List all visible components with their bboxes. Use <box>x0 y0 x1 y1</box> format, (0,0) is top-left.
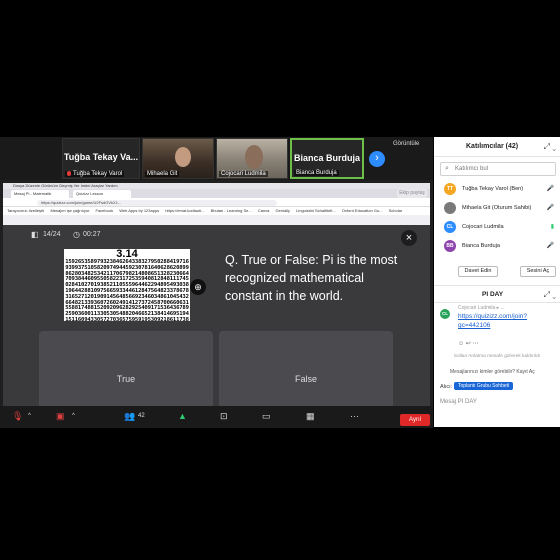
meeting-toolbar: 🎙 ^ ▣ ^ 👥 42 ▲ ⊡ ▭ ▦ ··· Ayrıl <box>0 406 433 428</box>
avatar: CL <box>444 221 456 233</box>
search-icon: ⌕ <box>445 165 449 172</box>
participant-face <box>245 145 263 169</box>
participant-row[interactable]: Mihaela Git (Oturum Sahibi) 🎤 <box>434 199 560 217</box>
avatar: BB <box>444 240 456 252</box>
question-image-digits: 1592653589793238462643383279502884197169… <box>65 259 189 321</box>
bookmark-item[interactable]: Bhutan - Learning Se... <box>211 208 252 213</box>
avatar <box>444 202 456 214</box>
participant-tile-3[interactable]: Cojocari Ludmila <box>216 138 288 179</box>
apps-icon[interactable]: ▦ <box>306 411 315 422</box>
participant-row[interactable]: CL Cojocari Ludmila ▮ <box>434 218 560 236</box>
chat-hidden-note: Sollan Anlatma mesafe gizlerek kaldırıld… <box>453 354 541 359</box>
participant-tile-2[interactable]: Mihaela Git <box>142 138 214 179</box>
participant-name: Mihaela Git (Oturum Sahibi) <box>462 205 532 211</box>
stop-video-icon[interactable]: ▣ <box>56 411 65 422</box>
quiz-top-bar: ◧ 14/24 ◷ 00:27 <box>3 225 430 245</box>
message-reaction-icons[interactable]: ☺ ↩ ⋯ <box>458 340 479 347</box>
participant-row[interactable]: BB Bianca Burduja 🎤 <box>434 237 560 255</box>
chat-window-controls-icon[interactable]: ⤢ ⌄ <box>544 290 556 300</box>
question-timer: 00:27 <box>83 231 101 238</box>
gallery-next-arrow-icon[interactable]: › <box>369 151 385 167</box>
bookmark-item[interactable]: https://emat.kodlauti... <box>165 208 204 213</box>
mic-icon[interactable]: 🎤 <box>547 204 554 211</box>
participants-count: 42 <box>138 413 145 419</box>
participant-tile-big-name: Tuğba Tekay Va... <box>63 152 139 162</box>
unmute-button[interactable]: Sesini Aç <box>520 266 556 277</box>
avatar: CL <box>440 309 450 319</box>
question-list-icon: ◧ <box>31 230 39 239</box>
chevron-up-icon[interactable]: ^ <box>28 413 31 419</box>
view-button[interactable]: Görüntüle <box>393 141 419 147</box>
muted-mic-icon <box>67 170 71 176</box>
bookmark-item[interactable]: Mesajım işe çağrılıyor <box>50 208 89 213</box>
screen: Tuğba Tekay Va... Tuğba Tekay Varol Miha… <box>0 0 560 560</box>
chat-recipient-select[interactable]: Toplantı Grubu Sohbeti <box>454 382 514 390</box>
participant-name: Bianca Burduja <box>462 243 500 249</box>
bookmarks-bar: Tarayıcınızı özelleştir Mesajım işe çağr… <box>3 207 430 215</box>
video-icon[interactable]: ▮ <box>551 223 554 230</box>
chat-sender: Cojocari Ludmila ▸ ... <box>458 305 505 311</box>
video-gallery-strip: Tuğba Tekay Va... Tuğba Tekay Varol Miha… <box>0 137 433 180</box>
chat-title: PI DAY <box>482 291 504 298</box>
question-counter: 14/24 <box>43 231 61 238</box>
record-icon[interactable]: ⊡ <box>220 411 228 422</box>
participant-tile-big-name: Bianca Burduja <box>293 153 360 163</box>
bookmark-item[interactable]: Oxford Education Gu... <box>342 208 383 213</box>
bookmark-item[interactable]: Tarayıcınızı özelleştir <box>7 208 44 213</box>
participant-tile-name: Cojocari Ludmila <box>219 171 268 177</box>
close-icon[interactable]: × <box>401 230 417 246</box>
leave-meeting-button[interactable]: Ayrıl <box>400 414 430 426</box>
participant-tile-4[interactable]: Bianca Burduja Bianca Burduja <box>290 138 364 179</box>
bookmark-item[interactable]: Facebook <box>96 208 114 213</box>
bookmark-item[interactable]: Canva <box>258 208 270 213</box>
participants-icon[interactable]: 👥 <box>124 411 135 422</box>
participant-tile-name: Bianca Burduja <box>294 170 339 176</box>
participant-tile-name: Mihaela Git <box>145 171 180 177</box>
chevron-up-icon[interactable]: ^ <box>72 413 75 419</box>
url-input[interactable]: https://quizizz.com/join/game/U2FsdGVkX1… <box>37 200 277 206</box>
question-image: 3.14 15926535897932384626433832795028841… <box>64 249 190 321</box>
reactions-icon[interactable]: ▭ <box>262 411 271 422</box>
participant-name: Tuğba Tekay Varol (Ben) <box>462 186 524 192</box>
participant-search-placeholder: Katılımcı bul <box>455 166 489 172</box>
share-screen-icon[interactable]: ▲ <box>178 411 187 421</box>
panel-window-controls-icon[interactable]: ⤢ ⌄ <box>544 142 556 152</box>
browser-tab[interactable]: Mesaj Pi - Matematik <box>11 190 69 198</box>
chat-recipient-label: Alıcı: <box>440 384 453 390</box>
chat-header: PI DAY ⤢ ⌄ <box>434 285 560 303</box>
browser-tab-strip: Mesaj Pi - Matematik Quizizz Lesson Ekip… <box>3 189 430 198</box>
bookmark-item[interactable]: Genially <box>276 208 290 213</box>
muted-mic-icon[interactable]: 🎤 <box>547 185 554 192</box>
bookmark-item[interactable]: Web Apps by 123apps <box>119 208 159 213</box>
more-icon[interactable]: ··· <box>350 411 359 421</box>
quiz-screen: ◧ 14/24 ◷ 00:27 × 3.14 15926535897932384… <box>3 225 430 427</box>
participant-search-input[interactable]: ⌕ Katılımcı bul <box>440 162 556 176</box>
participant-tile-name: Tuğba Tekay Varol <box>65 170 125 177</box>
mute-mic-icon[interactable]: 🎙 <box>12 411 23 422</box>
timer-icon: ◷ <box>73 230 80 239</box>
muted-mic-icon[interactable]: 🎤 <box>547 242 554 249</box>
bookmark-item[interactable]: Linguistini Schaltitelt... <box>296 208 336 213</box>
browser-address-bar: https://quizizz.com/join/game/U2FsdGVkX1… <box>3 198 430 207</box>
participant-face <box>175 147 191 167</box>
participant-row[interactable]: TT Tuğba Tekay Varol (Ben) 🎤 <box>434 180 560 198</box>
share-banner[interactable]: Ekip paylaş <box>397 189 427 198</box>
zoom-in-icon[interactable]: ⊕ <box>190 279 206 295</box>
chat-message-input[interactable]: Mesaj PI DAY <box>440 399 477 405</box>
participants-header: Katılımcılar (42) ⤢ ⌄ <box>434 137 560 157</box>
browser-tab[interactable]: Quizizz Lesson <box>73 190 131 198</box>
side-panel: Katılımcılar (42) ⤢ ⌄ ⌕ Katılımcı bul TT… <box>434 137 560 427</box>
avatar: TT <box>444 183 456 195</box>
bookmark-item[interactable]: Scholar <box>389 208 403 213</box>
question-text: Q. True or False: Pi is the most recogni… <box>225 253 398 303</box>
chat-message-link[interactable]: https://quizizz.com/join?gc=442106 <box>458 312 554 330</box>
invite-button[interactable]: Davet Edin <box>458 266 498 277</box>
participants-title: Katılımcılar (42) <box>466 143 519 150</box>
zoom-meeting-window: Tuğba Tekay Va... Tuğba Tekay Varol Miha… <box>0 137 433 427</box>
participant-tile-1[interactable]: Tuğba Tekay Va... Tuğba Tekay Varol <box>62 138 140 179</box>
participant-name: Cojocari Ludmila <box>462 224 504 230</box>
chat-visibility-note[interactable]: Mesajlarınızı kimler görebilir? Kayıt Aç <box>450 369 535 375</box>
shared-browser-window: Dosya Düzenle Görünüm Geçmiş Yer İmleri … <box>3 183 430 225</box>
